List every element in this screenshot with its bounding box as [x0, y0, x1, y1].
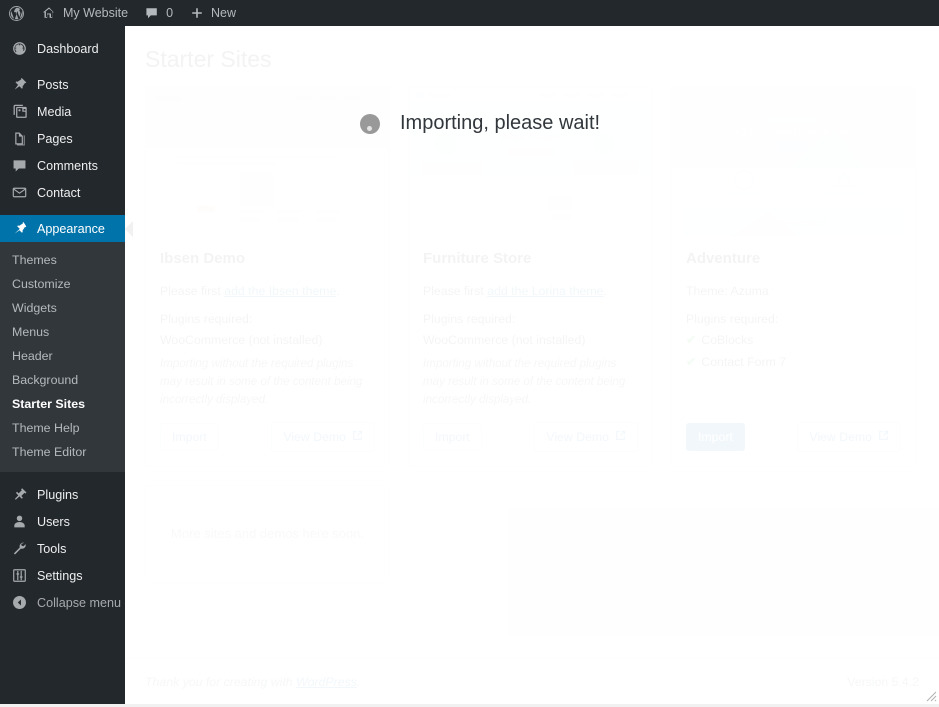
appearance-submenu: Themes Customize Widgets Menus Header Ba… — [0, 242, 125, 472]
plug-icon — [10, 486, 28, 504]
sidebar-item-appearance[interactable]: Appearance — [0, 215, 125, 242]
submenu-item-header[interactable]: Header — [0, 344, 125, 368]
submenu-item-menus[interactable]: Menus — [0, 320, 125, 344]
sidebar-item-label: Settings — [37, 569, 83, 583]
comments-bubble-button[interactable]: 0 — [136, 0, 181, 26]
envelope-icon — [10, 184, 28, 202]
submenu-item-theme-editor[interactable]: Theme Editor — [0, 440, 125, 464]
sidebar-item-label: Dashboard — [37, 42, 99, 56]
submenu-item-starter-sites[interactable]: Starter Sites — [0, 392, 125, 416]
spinner-icon — [360, 114, 380, 134]
resize-grip-icon[interactable] — [921, 686, 937, 702]
submenu-item-customize[interactable]: Customize — [0, 272, 125, 296]
sidebar-item-label: Comments — [37, 159, 98, 173]
importing-message: Importing, please wait! — [400, 112, 600, 135]
wrench-icon — [10, 540, 28, 558]
sliders-icon — [10, 567, 28, 585]
admin-sidebar: Dashboard Posts Media Pages Comments Con… — [0, 26, 125, 704]
comment-bubble-icon — [144, 5, 160, 21]
sidebar-item-label: Collapse menu — [37, 596, 121, 610]
plus-icon — [189, 5, 205, 21]
sidebar-item-label: Plugins — [37, 488, 78, 502]
sidebar-item-label: Media — [37, 105, 71, 119]
sidebar-item-label: Pages — [37, 132, 73, 146]
collapse-arrow-icon — [10, 594, 28, 612]
sidebar-item-settings[interactable]: Settings — [0, 562, 125, 589]
pages-icon — [10, 130, 28, 148]
media-icon — [10, 103, 28, 121]
sidebar-item-pages[interactable]: Pages — [0, 125, 125, 152]
new-content-menu[interactable]: New — [181, 0, 244, 26]
submenu-item-theme-help[interactable]: Theme Help — [0, 416, 125, 440]
sidebar-item-posts[interactable]: Posts — [0, 71, 125, 98]
admin-bar: My Website 0 New — [0, 0, 939, 26]
wordpress-logo-icon — [8, 5, 24, 21]
sidebar-item-label: Posts — [37, 78, 69, 92]
comments-count: 0 — [166, 0, 173, 26]
sidebar-item-comments[interactable]: Comments — [0, 152, 125, 179]
dashboard-icon — [10, 40, 28, 58]
sidebar-divider — [0, 62, 125, 71]
sidebar-item-label: Appearance — [37, 222, 105, 236]
user-icon — [10, 513, 28, 531]
submenu-item-background[interactable]: Background — [0, 368, 125, 392]
sidebar-collapse-button[interactable]: Collapse menu — [0, 589, 125, 616]
sidebar-item-label: Contact — [37, 186, 80, 200]
site-name-label: My Website — [63, 0, 128, 26]
sidebar-item-dashboard[interactable]: Dashboard — [0, 35, 125, 62]
new-content-label: New — [211, 0, 236, 26]
paintbrush-icon — [10, 220, 28, 238]
comment-bubble-icon — [10, 157, 28, 175]
sidebar-item-label: Users — [37, 515, 70, 529]
home-icon — [41, 5, 57, 21]
importing-status: Importing, please wait! — [360, 112, 600, 135]
sidebar-item-tools[interactable]: Tools — [0, 535, 125, 562]
sidebar-divider — [0, 472, 125, 481]
sidebar-item-label: Tools — [37, 542, 66, 556]
sidebar-item-users[interactable]: Users — [0, 508, 125, 535]
pin-icon — [10, 76, 28, 94]
sidebar-item-contact[interactable]: Contact — [0, 179, 125, 206]
sidebar-item-plugins[interactable]: Plugins — [0, 481, 125, 508]
wordpress-logo-button[interactable] — [0, 0, 33, 26]
submenu-item-themes[interactable]: Themes — [0, 248, 125, 272]
sidebar-divider — [0, 206, 125, 215]
submenu-item-widgets[interactable]: Widgets — [0, 296, 125, 320]
sidebar-item-media[interactable]: Media — [0, 98, 125, 125]
site-name-menu[interactable]: My Website — [33, 0, 136, 26]
